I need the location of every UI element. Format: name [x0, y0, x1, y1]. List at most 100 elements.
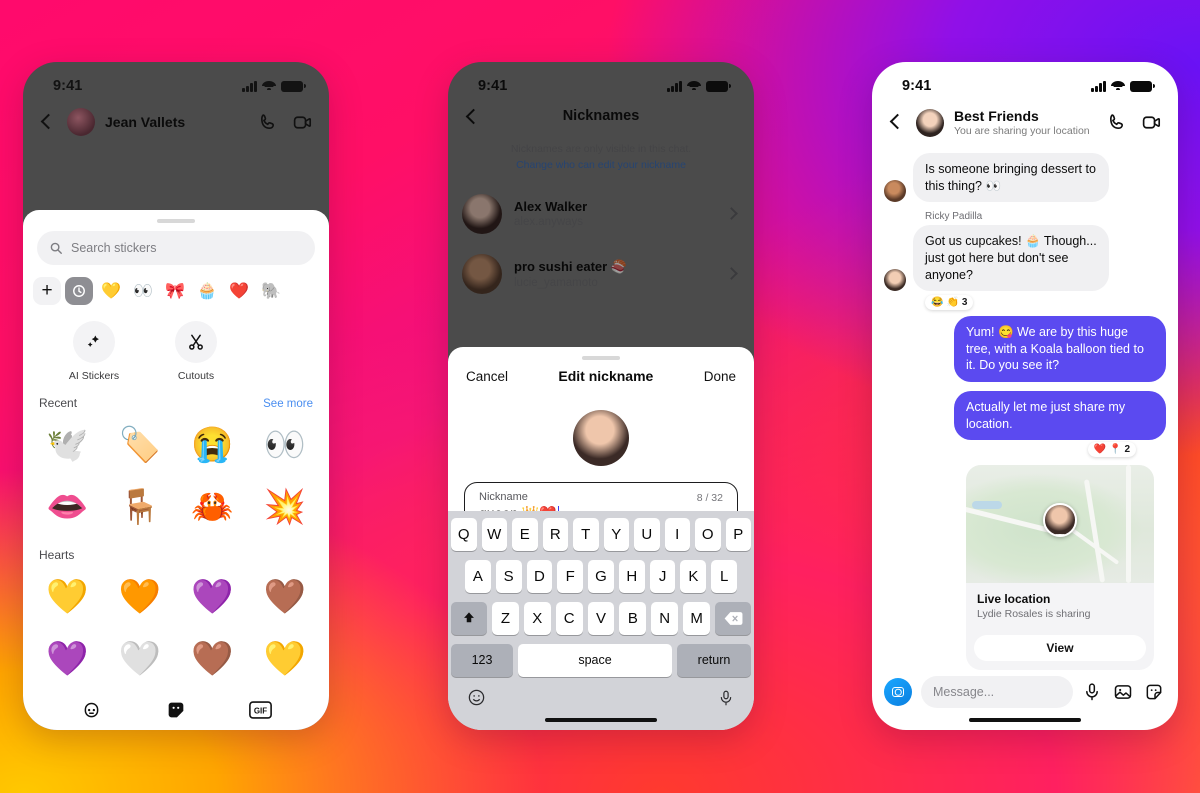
sheet-toolbar: Cancel Edit nickname Done — [448, 368, 754, 396]
avatar[interactable] — [916, 108, 944, 137]
key-s[interactable]: S — [495, 559, 522, 593]
key-n[interactable]: N — [651, 601, 679, 635]
ai-stickers-button[interactable]: AI Stickers — [57, 321, 131, 382]
cutouts-button[interactable]: Cutouts — [159, 321, 233, 382]
key-j[interactable]: J — [649, 559, 676, 593]
shift-arrow-icon[interactable] — [451, 601, 487, 635]
cupcake-pack-icon[interactable]: 🧁 — [193, 277, 221, 305]
key-h[interactable]: H — [618, 559, 645, 593]
back-icon[interactable] — [35, 111, 57, 133]
list-item[interactable]: Alex Walker alex.anyways — [448, 184, 754, 244]
reaction-pill[interactable]: ❤️ 📍 2 — [1087, 442, 1136, 458]
sticker-item[interactable]: 💥 — [249, 476, 322, 538]
key-d[interactable]: D — [526, 559, 553, 593]
sticker-item[interactable]: 👄 — [31, 476, 104, 538]
drag-handle[interactable] — [157, 219, 195, 223]
back-icon[interactable] — [884, 112, 906, 134]
profile-avatar[interactable] — [573, 410, 629, 466]
sticker-item[interactable]: 😭 — [176, 414, 249, 476]
numbers-key[interactable]: 123 — [451, 643, 513, 677]
done-button[interactable]: Done — [704, 369, 736, 384]
key-x[interactable]: X — [523, 601, 551, 635]
sticker-item[interactable]: 💛 — [249, 628, 322, 690]
microphone-icon[interactable] — [717, 689, 735, 712]
outgoing-bubble[interactable]: Yum! 😋 We are by this huge tree, with a … — [954, 316, 1166, 382]
key-c[interactable]: C — [555, 601, 583, 635]
user-location-pin[interactable] — [1043, 502, 1077, 537]
blue-creature-pack-icon[interactable]: 🐘 — [257, 277, 285, 305]
sticker-item[interactable]: 🏷️ — [104, 414, 177, 476]
outgoing-bubble[interactable]: Actually let me just share my location. — [954, 391, 1166, 441]
photo-icon[interactable] — [1113, 682, 1133, 702]
search-input[interactable]: Search stickers — [37, 231, 315, 265]
key-v[interactable]: V — [587, 601, 615, 635]
see-more-link[interactable]: See more — [263, 398, 313, 410]
pink-pattern-pack-icon[interactable]: 🎀 — [161, 277, 189, 305]
key-l[interactable]: L — [711, 559, 738, 593]
reaction-count: 3 — [961, 297, 968, 309]
key-w[interactable]: W — [481, 517, 507, 551]
key-b[interactable]: B — [619, 601, 647, 635]
sticker-item[interactable]: 💜 — [176, 566, 249, 628]
key-o[interactable]: O — [695, 517, 721, 551]
live-location-card[interactable]: Live location Lydie Rosales is sharing V… — [966, 465, 1154, 671]
key-y[interactable]: Y — [603, 517, 629, 551]
key-t[interactable]: T — [573, 517, 599, 551]
sticker-item[interactable]: 🪑 — [104, 476, 177, 538]
sticker-item[interactable]: 🕊️ — [31, 414, 104, 476]
phone-icon[interactable] — [1106, 112, 1127, 133]
avatar-tab-icon[interactable] — [79, 698, 103, 722]
microphone-icon[interactable] — [1082, 682, 1102, 702]
space-key[interactable]: space — [518, 643, 672, 677]
emoji-face-icon[interactable] — [467, 688, 486, 712]
backspace-icon[interactable] — [715, 601, 752, 635]
incoming-bubble[interactable]: Got us cupcakes! 🧁 Though... just got he… — [913, 225, 1109, 292]
sticker-item[interactable]: 🤍 — [104, 628, 177, 690]
avatar[interactable] — [884, 180, 906, 203]
list-item[interactable]: pro sushi eater 🍣 lucie_yamamoto — [448, 244, 754, 304]
drag-handle[interactable] — [582, 356, 620, 360]
view-location-button[interactable]: View — [974, 635, 1146, 662]
camera-icon[interactable] — [884, 678, 912, 706]
key-r[interactable]: R — [542, 517, 568, 551]
sticker-item[interactable]: 👀 — [249, 414, 322, 476]
sticker-item[interactable]: 🤎 — [176, 628, 249, 690]
key-u[interactable]: U — [634, 517, 660, 551]
reaction-pill[interactable]: 😂 👏 3 — [925, 295, 974, 311]
avatar[interactable] — [884, 269, 906, 292]
yellow-heart-face-pack-icon[interactable]: 💛 — [97, 277, 125, 305]
cancel-button[interactable]: Cancel — [466, 369, 508, 384]
recent-category-icon[interactable] — [65, 277, 93, 305]
eyes-pack-icon[interactable]: 👀 — [129, 277, 157, 305]
video-camera-icon[interactable] — [292, 112, 313, 133]
stickers-tab-icon[interactable] — [164, 698, 188, 722]
map-preview[interactable] — [966, 465, 1154, 584]
incoming-bubble[interactable]: Is someone bringing dessert to this thin… — [913, 153, 1109, 203]
sticker-item[interactable]: 💛 — [31, 566, 104, 628]
return-key[interactable]: return — [677, 643, 751, 677]
key-p[interactable]: P — [725, 517, 751, 551]
key-g[interactable]: G — [588, 559, 614, 593]
avatar[interactable] — [67, 108, 95, 136]
sticker-item[interactable]: 🤎 — [249, 566, 322, 628]
key-i[interactable]: I — [664, 517, 690, 551]
video-camera-icon[interactable] — [1141, 112, 1162, 133]
sticker-item[interactable]: 🧡 — [104, 566, 177, 628]
key-a[interactable]: A — [464, 559, 491, 593]
key-q[interactable]: Q — [451, 517, 477, 551]
key-k[interactable]: K — [680, 559, 707, 593]
message-input[interactable]: Message... — [921, 676, 1073, 708]
key-e[interactable]: E — [512, 517, 538, 551]
key-f[interactable]: F — [557, 559, 584, 593]
phone-icon[interactable] — [257, 112, 278, 133]
change-editor-link[interactable]: Change who can edit your nickname — [472, 158, 730, 174]
key-z[interactable]: Z — [492, 601, 519, 635]
red-heart-pack-icon[interactable]: ❤️ — [225, 277, 253, 305]
sticker-item[interactable]: 💜 — [31, 628, 104, 690]
sticker-item[interactable]: 🦀 — [176, 476, 249, 538]
sticker-icon[interactable] — [1144, 682, 1164, 702]
back-icon[interactable] — [460, 106, 482, 128]
key-m[interactable]: M — [683, 601, 711, 635]
gif-tab-icon[interactable]: GIF — [249, 698, 273, 722]
add-sticker-pack-icon[interactable]: + — [33, 277, 61, 305]
